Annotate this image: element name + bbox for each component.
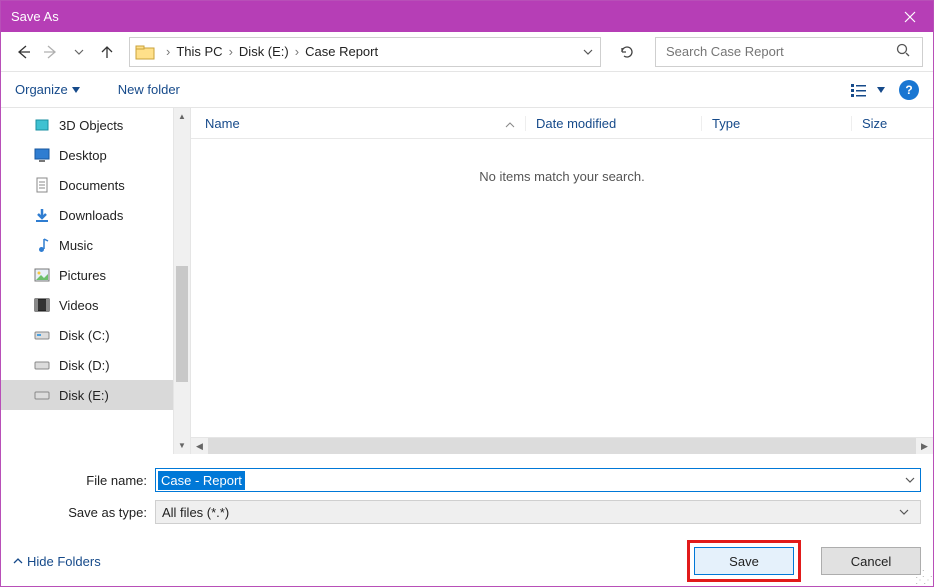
column-type[interactable]: Type [701,116,851,131]
chevron-down-icon [583,47,593,57]
filetype-label: Save as type: [13,505,155,520]
tree-item-pictures[interactable]: Pictures [1,260,190,290]
folder-icon [134,42,156,62]
scroll-left-icon: ◀ [191,441,208,452]
column-date[interactable]: Date modified [525,116,701,131]
breadcrumb-disk-e[interactable]: Disk (E:)› [239,44,305,59]
window-title: Save As [11,9,59,24]
triangle-down-icon [72,86,80,94]
documents-icon [33,176,51,194]
search-box[interactable] [655,37,923,67]
arrow-right-icon [41,42,61,62]
sort-indicator-icon [505,116,515,131]
nav-row: › This PC› Disk (E:)› Case Report [1,32,933,72]
chevron-up-icon [13,556,23,566]
chevron-down-icon [74,47,84,57]
tree-item-3d-objects[interactable]: 3D Objects [1,110,190,140]
save-button[interactable]: Save [694,547,794,575]
disk-icon [33,326,51,344]
column-name[interactable]: Name [205,116,525,131]
tree-item-desktop[interactable]: Desktop [1,140,190,170]
chevron-right-icon: › [166,44,170,59]
tree-item-music[interactable]: Music [1,230,190,260]
refresh-icon [619,44,635,60]
tree-item-disk-c[interactable]: Disk (C:) [1,320,190,350]
scroll-down-icon: ▼ [174,437,190,454]
3d-objects-icon [33,116,51,134]
help-button[interactable]: ? [899,80,919,100]
search-icon [896,43,914,60]
breadcrumb-case-report[interactable]: Case Report [305,44,378,59]
form-area: File name: Case - Report Save as type: A… [1,454,933,536]
arrow-up-icon [98,43,116,61]
filename-value: Case - Report [158,471,245,490]
close-button[interactable] [887,1,933,32]
tree-item-downloads[interactable]: Downloads [1,200,190,230]
breadcrumb-this-pc[interactable]: This PC› [176,44,239,59]
titlebar: Save As [1,1,933,32]
close-icon [904,11,916,23]
disk-icon [33,356,51,374]
scroll-up-icon: ▲ [174,108,190,125]
disk-icon [33,386,51,404]
footer: Hide Folders Save Cancel [1,536,933,586]
chevron-down-icon [905,475,915,485]
tree-item-videos[interactable]: Videos [1,290,190,320]
scroll-right-icon: ▶ [916,441,933,452]
resize-grip-icon[interactable]: ⋰⋰⋰ [915,572,931,584]
filename-combobox[interactable]: Case - Report [155,468,921,492]
recent-dropdown[interactable] [67,40,91,64]
music-icon [33,236,51,254]
save-as-dialog: Save As › This PC› [0,0,934,587]
filetype-dropdown[interactable] [894,505,914,520]
chevron-right-icon: › [295,44,299,59]
pictures-icon [33,266,51,284]
tree-scrollbar[interactable]: ▲ ▼ [173,108,190,454]
organize-menu[interactable]: Organize [15,82,80,97]
nav-tree: 3D Objects Desktop Documents Downloads M… [1,108,191,454]
save-button-highlight: Save [687,540,801,582]
filetype-value: All files (*.*) [162,505,229,520]
toolbar: Organize New folder ? [1,72,933,108]
help-icon: ? [905,83,912,97]
desktop-icon [33,146,51,164]
downloads-icon [33,206,51,224]
tree-item-documents[interactable]: Documents [1,170,190,200]
filename-dropdown[interactable] [900,473,920,488]
scroll-track[interactable] [208,438,916,454]
forward-button[interactable] [39,40,63,64]
view-icon [851,83,871,97]
file-list-panel: Name Date modified Type Size No items ma… [191,108,933,454]
column-size[interactable]: Size [851,116,933,131]
videos-icon [33,296,51,314]
cancel-button[interactable]: Cancel [821,547,921,575]
scroll-thumb[interactable] [176,266,188,382]
column-headers: Name Date modified Type Size [191,108,933,139]
address-dropdown[interactable] [580,47,596,57]
hide-folders-button[interactable]: Hide Folders [13,554,101,569]
filetype-combobox[interactable]: All files (*.*) [155,500,921,524]
tree-item-disk-e[interactable]: Disk (E:) [1,380,190,410]
arrow-left-icon [13,42,33,62]
chevron-right-icon: › [229,44,233,59]
chevron-down-icon [899,507,909,517]
tree-item-disk-d[interactable]: Disk (D:) [1,350,190,380]
empty-message: No items match your search. [191,139,933,437]
horizontal-scrollbar[interactable]: ◀ ▶ [191,437,933,454]
up-button[interactable] [95,40,119,64]
back-button[interactable] [11,40,35,64]
refresh-button[interactable] [611,37,643,67]
search-input[interactable] [664,43,896,60]
dialog-body: 3D Objects Desktop Documents Downloads M… [1,108,933,454]
nav-buttons [11,40,119,64]
address-bar[interactable]: › This PC› Disk (E:)› Case Report [129,37,601,67]
triangle-down-icon [877,86,885,94]
filename-label: File name: [13,473,155,488]
view-options-button[interactable] [851,83,885,97]
new-folder-button[interactable]: New folder [118,82,180,97]
